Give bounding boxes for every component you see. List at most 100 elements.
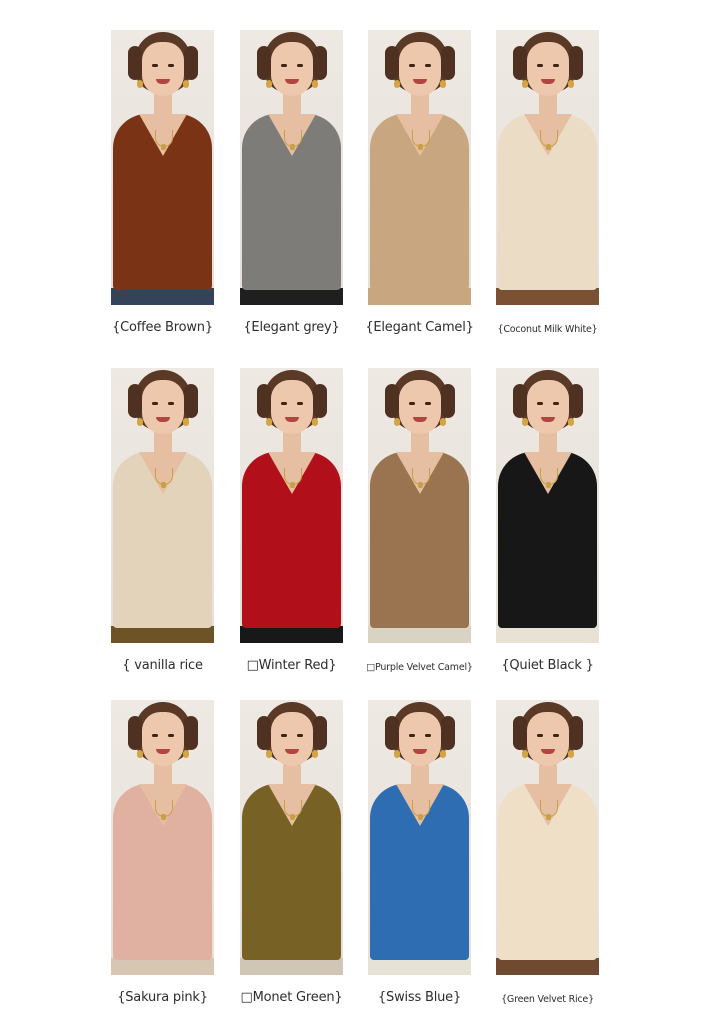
earring: [266, 750, 272, 758]
mouth: [285, 417, 299, 422]
model-pants: [368, 626, 471, 643]
color-caption: {Green Velvet Rice}: [501, 994, 594, 1005]
model-pants: [496, 958, 599, 975]
mouth: [413, 749, 427, 754]
product-card[interactable]: {Coffee Brown}: [111, 30, 214, 335]
pendant: [290, 144, 295, 150]
product-card[interactable]: □Monet Green}: [240, 700, 343, 1005]
model-pants: [111, 958, 214, 975]
eye: [409, 402, 415, 405]
model-face: [399, 380, 441, 434]
model-face: [142, 712, 184, 766]
product-photo[interactable]: [240, 700, 343, 975]
earring: [183, 80, 189, 88]
product-photo[interactable]: [368, 30, 471, 305]
product-photo[interactable]: [111, 700, 214, 975]
color-caption: {Sakura pink}: [117, 990, 208, 1005]
mouth: [413, 417, 427, 422]
earring: [266, 80, 272, 88]
pendant: [546, 144, 551, 150]
eye: [553, 64, 559, 67]
color-caption: {Quiet Black }: [501, 658, 594, 673]
eye: [409, 64, 415, 67]
earring: [440, 80, 446, 88]
product-photo[interactable]: [496, 30, 599, 305]
color-caption: □Winter Red}: [246, 658, 337, 673]
product-card[interactable]: {Sakura pink}: [111, 700, 214, 1005]
product-card[interactable]: {Coconut Milk White}: [496, 30, 599, 335]
eye: [168, 64, 174, 67]
model-pants: [111, 288, 214, 305]
product-card[interactable]: {Swiss Blue}: [368, 700, 471, 1005]
eye: [281, 64, 287, 67]
eye: [409, 734, 415, 737]
product-photo[interactable]: [496, 368, 599, 643]
mouth: [156, 749, 170, 754]
earring: [394, 80, 400, 88]
pendant: [161, 482, 166, 488]
model-face: [527, 380, 569, 434]
eye: [537, 734, 543, 737]
model-face: [142, 380, 184, 434]
earring: [183, 418, 189, 426]
product-photo[interactable]: [240, 368, 343, 643]
earring: [266, 418, 272, 426]
earring: [137, 80, 143, 88]
earring: [137, 418, 143, 426]
product-photo[interactable]: [368, 700, 471, 975]
earring: [312, 80, 318, 88]
model-face: [527, 712, 569, 766]
eye: [152, 64, 158, 67]
eye: [297, 402, 303, 405]
earring: [440, 418, 446, 426]
product-photo[interactable]: [111, 368, 214, 643]
eye: [425, 402, 431, 405]
eye: [168, 402, 174, 405]
eye: [553, 734, 559, 737]
model-pants: [240, 958, 343, 975]
color-caption: { vanilla rice: [122, 658, 203, 673]
eye: [152, 734, 158, 737]
model-pants: [496, 288, 599, 305]
model-face: [271, 380, 313, 434]
model-pants: [240, 288, 343, 305]
product-photo[interactable]: [368, 368, 471, 643]
color-caption: {Elegant Camel}: [365, 320, 474, 335]
mouth: [541, 417, 555, 422]
product-photo[interactable]: [240, 30, 343, 305]
eye: [537, 64, 543, 67]
mouth: [541, 79, 555, 84]
product-card[interactable]: {Quiet Black }: [496, 368, 599, 673]
eye: [297, 734, 303, 737]
product-card[interactable]: {Green Velvet Rice}: [496, 700, 599, 1005]
earring: [183, 750, 189, 758]
model-face: [142, 42, 184, 96]
earring: [312, 750, 318, 758]
model-face: [399, 712, 441, 766]
earring: [137, 750, 143, 758]
color-caption: □Monet Green}: [240, 990, 343, 1005]
pendant: [418, 814, 423, 820]
mouth: [285, 79, 299, 84]
page: { "products": [ {"caption": "{Coffee Bro…: [0, 0, 717, 1024]
pendant: [290, 814, 295, 820]
mouth: [156, 417, 170, 422]
model-pants: [111, 626, 214, 643]
product-card[interactable]: {Elegant grey}: [240, 30, 343, 335]
model-pants: [368, 958, 471, 975]
earring: [440, 750, 446, 758]
model-pants: [240, 626, 343, 643]
product-card[interactable]: □Purple Velvet Camel}: [366, 368, 473, 673]
pendant: [290, 482, 295, 488]
earring: [568, 80, 574, 88]
pendant: [161, 144, 166, 150]
product-photo[interactable]: [496, 700, 599, 975]
earring: [312, 418, 318, 426]
product-photo[interactable]: [111, 30, 214, 305]
product-card[interactable]: { vanilla rice: [111, 368, 214, 673]
model-face: [271, 712, 313, 766]
earring: [568, 750, 574, 758]
product-card[interactable]: {Elegant Camel}: [365, 30, 474, 335]
product-card[interactable]: □Winter Red}: [240, 368, 343, 673]
model-pants: [496, 626, 599, 643]
